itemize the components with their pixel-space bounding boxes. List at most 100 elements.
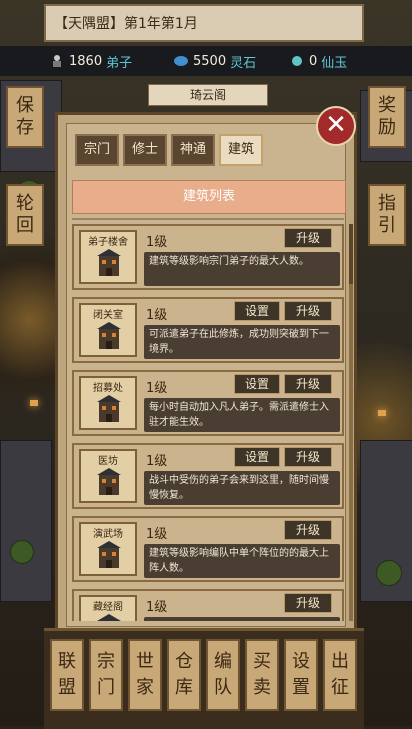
nav-formation-button[interactable]: 编 队: [206, 639, 240, 711]
tab-abilities[interactable]: 神通: [171, 134, 215, 166]
button-char: 世: [136, 651, 154, 672]
resource-label: 灵石: [230, 55, 257, 71]
building-description: 可派遣弟子在此修炼，成功则突破到下一境界。: [144, 325, 340, 359]
resource-jade: 0 仙玉: [290, 52, 347, 71]
title-bar: 【天隅盟】第1年第1月: [44, 4, 364, 42]
upgrade-button[interactable]: 升级: [284, 447, 332, 467]
button-char: 征: [331, 677, 349, 698]
building-icon: [97, 614, 121, 621]
building-description: 每小时自动加入凡人弟子。需派遣修士入驻才能生效。: [144, 398, 340, 432]
button-char: 门: [97, 677, 115, 698]
building-icon: [97, 322, 121, 349]
button-char: 队: [214, 677, 232, 698]
resource-value: 1860: [69, 53, 103, 69]
disciple-icon: [53, 55, 61, 67]
sect-panel: 宗门 修士 神通 建筑 建筑列表 弟子楼舍 1级 升级 建筑等级影响宗门弟子的最…: [55, 112, 357, 638]
building-description: 战斗中受伤的弟子会来到这里，随时间慢慢恢复。: [144, 471, 340, 505]
tab-sect[interactable]: 宗门: [75, 134, 119, 166]
upgrade-button[interactable]: 升级: [284, 593, 332, 613]
button-char: 卖: [253, 677, 271, 698]
settings-button[interactable]: 设置: [234, 447, 280, 467]
building-name: 招募处: [93, 383, 123, 394]
guide-button[interactable]: 指 引: [368, 184, 406, 246]
nav-expedition-button[interactable]: 出 征: [323, 639, 357, 711]
building-thumbnail[interactable]: 闭关室: [79, 303, 137, 357]
settings-button[interactable]: 设置: [234, 301, 280, 321]
resource-value: 5500: [193, 53, 227, 69]
building-icon: [97, 395, 121, 422]
building-icon: [97, 541, 121, 568]
building-level: 1级: [146, 600, 168, 615]
building-thumbnail[interactable]: 演武场: [79, 522, 137, 576]
button-char: 奖: [378, 95, 396, 116]
upgrade-button[interactable]: 升级: [284, 228, 332, 248]
button-char: 仓: [175, 651, 193, 672]
upgrade-button[interactable]: 升级: [284, 520, 332, 540]
settings-button[interactable]: 设置: [234, 374, 280, 394]
building-description: 建筑等级影响宗门弟子的最大人数。: [144, 252, 340, 286]
building-name: 闭关室: [93, 310, 123, 321]
tab-cultivators[interactable]: 修士: [123, 134, 167, 166]
building-level: 1级: [146, 454, 168, 469]
building-thumbnail[interactable]: 藏经阁: [79, 595, 137, 621]
button-char: 保: [16, 95, 34, 116]
list-title: 建筑列表: [72, 180, 346, 214]
nav-settings-button[interactable]: 设 置: [284, 639, 318, 711]
upgrade-button[interactable]: 升级: [284, 374, 332, 394]
panel-body: 宗门 修士 神通 建筑 建筑列表 弟子楼舍 1级 升级 建筑等级影响宗门弟子的最…: [66, 123, 353, 627]
building-thumbnail[interactable]: 招募处: [79, 376, 137, 430]
list-scrollbar[interactable]: [349, 224, 353, 621]
building-name: 演武场: [93, 529, 123, 540]
nav-clans-button[interactable]: 世 家: [128, 639, 162, 711]
building-level: 1级: [146, 235, 168, 250]
building-level: 1级: [146, 308, 168, 323]
close-button[interactable]: ✕: [316, 106, 356, 146]
building-card: 藏经阁 1级 升级: [72, 589, 344, 621]
building-icon: [97, 468, 121, 495]
resource-disciples: 1860 弟子: [50, 52, 132, 71]
building-thumbnail[interactable]: 弟子楼舍: [79, 230, 137, 284]
resource-label: 弟子: [106, 55, 133, 71]
button-char: 库: [175, 677, 193, 698]
building-name: 藏经阁: [93, 602, 123, 613]
building-description: [144, 617, 340, 621]
building-icon: [97, 249, 121, 276]
spirit-stone-icon: [174, 56, 188, 66]
resource-bar: 1860 弟子 5500 灵石 0 仙玉: [0, 46, 412, 76]
page-title: 【天隅盟】第1年第1月: [54, 16, 198, 32]
building-thumbnail[interactable]: 医坊: [79, 449, 137, 503]
nav-alliance-button[interactable]: 联 盟: [50, 639, 84, 711]
resource-label: 仙玉: [321, 55, 348, 71]
button-char: 买: [253, 651, 271, 672]
button-char: 盟: [58, 677, 76, 698]
button-char: 设: [292, 651, 310, 672]
location-label: 琦云阁: [148, 84, 268, 106]
resource-spirit-stones: 5500 灵石: [174, 52, 256, 71]
tab-buildings[interactable]: 建筑: [219, 134, 263, 166]
scrollbar-thumb[interactable]: [349, 224, 353, 284]
building-list[interactable]: 弟子楼舍 1级 升级 建筑等级影响宗门弟子的最大人数。 闭关室 1级 设置升级 …: [72, 224, 344, 621]
nav-trade-button[interactable]: 买 卖: [245, 639, 279, 711]
building-description: 建筑等级影响编队中单个阵位的的最大上阵人数。: [144, 544, 340, 578]
button-char: 存: [16, 117, 34, 138]
building-name: 医坊: [98, 456, 118, 467]
panel-tabs: 宗门 修士 神通 建筑: [75, 134, 263, 166]
divider: [72, 218, 344, 220]
rewards-button[interactable]: 奖 励: [368, 86, 406, 148]
reincarnation-button[interactable]: 轮 回: [6, 184, 44, 246]
building-card: 演武场 1级 升级 建筑等级影响编队中单个阵位的的最大上阵人数。: [72, 516, 344, 582]
jade-icon: [292, 56, 302, 66]
upgrade-button[interactable]: 升级: [284, 301, 332, 321]
building-card: 弟子楼舍 1级 升级 建筑等级影响宗门弟子的最大人数。: [72, 224, 344, 290]
save-button[interactable]: 保 存: [6, 86, 44, 148]
button-char: 引: [378, 215, 396, 236]
button-char: 宗: [97, 651, 115, 672]
building-level: 1级: [146, 527, 168, 542]
building-card: 医坊 1级 设置 升级 战斗中受伤的弟子会来到这里，随时间慢慢恢复。: [72, 443, 344, 509]
nav-warehouse-button[interactable]: 仓 库: [167, 639, 201, 711]
button-char: 家: [136, 677, 154, 698]
nav-sect-button[interactable]: 宗 门: [89, 639, 123, 711]
button-char: 指: [378, 193, 396, 214]
button-char: 置: [292, 677, 310, 698]
button-char: 出: [331, 651, 349, 672]
